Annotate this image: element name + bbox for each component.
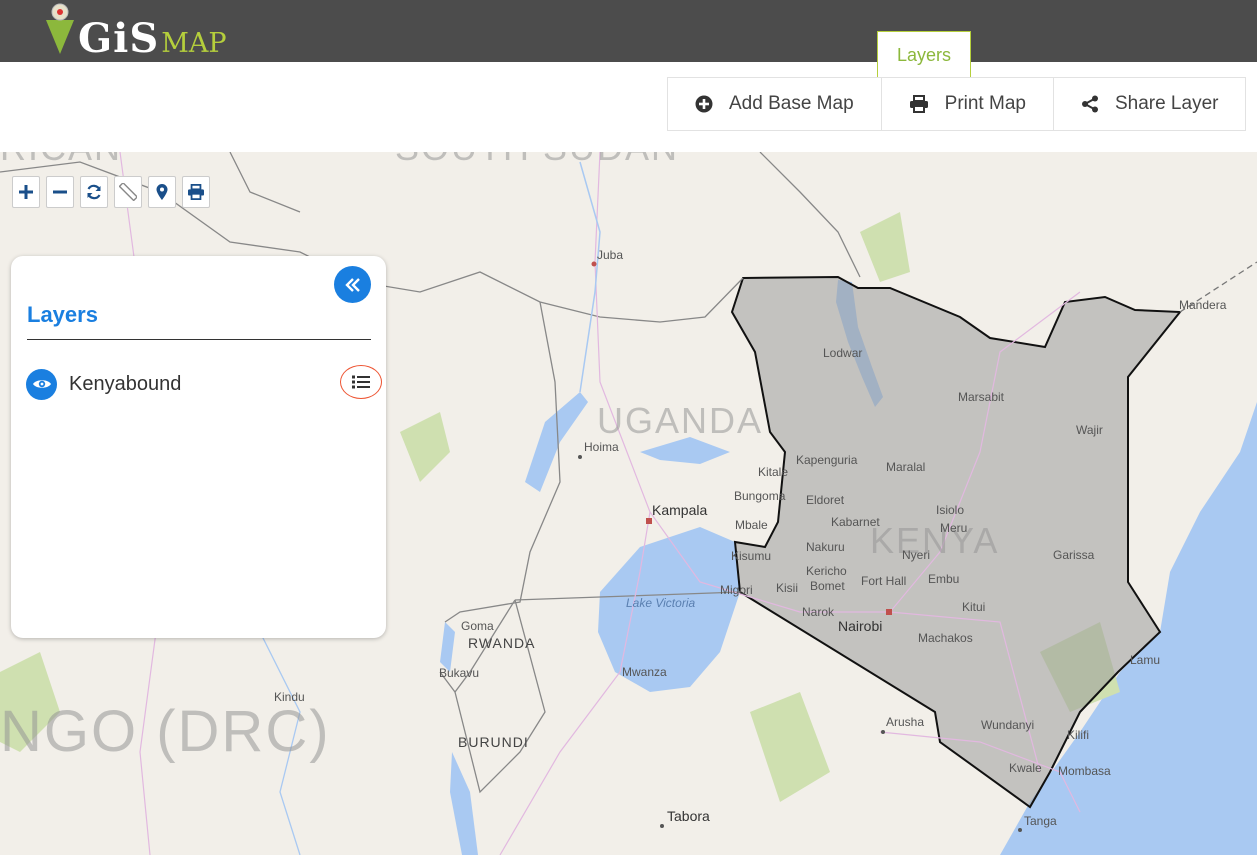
city-label: Marsabit (958, 390, 1005, 404)
logo-gis-text: GiS (78, 15, 160, 62)
city-label: Kisii (776, 581, 799, 595)
city-label: Garissa (1053, 548, 1095, 562)
refresh-icon (87, 184, 101, 200)
toggle-visibility-button[interactable] (26, 368, 57, 400)
tab-layers[interactable]: Layers (877, 31, 971, 78)
city-label: Kilifi (1067, 728, 1090, 742)
city-label: Lamu (1130, 653, 1161, 667)
map-toolbar: Add Base Map Print Map Share Layer (667, 77, 1247, 131)
measure-button[interactable] (114, 176, 142, 208)
city-label: Kitale (758, 465, 789, 479)
plus-circle-icon (695, 95, 713, 113)
city-label: Mandera (1179, 298, 1227, 312)
eye-icon (32, 380, 51, 388)
city-label: Kericho (806, 564, 847, 578)
country-label-kenya: KENYA (870, 520, 1000, 561)
city-label: Kindu (274, 690, 305, 704)
city-label: Nakuru (806, 540, 845, 554)
map-marker-icon (156, 184, 168, 200)
city-label: Kabarnet (831, 515, 880, 529)
print-map-label: Print Map (944, 93, 1026, 114)
add-base-map-button[interactable]: Add Base Map (668, 78, 882, 130)
country-label-burundi: BURUNDI (458, 734, 529, 750)
city-label: Juba (597, 248, 624, 262)
country-label-rwanda: RWANDA (468, 635, 536, 651)
print-map-button[interactable]: Print Map (882, 78, 1054, 130)
city-label: Embu (928, 572, 960, 586)
city-label: Wundanyi (981, 718, 1035, 732)
panel-title: Layers (27, 302, 98, 327)
layer-item: Kenyabound (26, 365, 382, 400)
city-label: Kampala (652, 502, 708, 518)
city-label: Isiolo (936, 503, 965, 517)
country-label-south-sudan: SOUTH SUDAN (395, 152, 679, 169)
city-label: Lodwar (823, 346, 863, 360)
share-layer-button[interactable]: Share Layer (1054, 78, 1246, 130)
share-icon (1081, 95, 1098, 113)
city-label: Migori (720, 583, 753, 597)
city-label: Machakos (918, 631, 973, 645)
city-label: Nairobi (838, 618, 883, 634)
city-label: Eldoret (806, 493, 845, 507)
layer-legend-button[interactable] (340, 365, 382, 399)
layer-name: Kenyabound (69, 372, 182, 395)
city-label: Mombasa (1058, 764, 1111, 778)
lake-label-victoria: Lake Victoria (626, 596, 696, 610)
city-label: Kapenguria (796, 453, 858, 467)
city-label: Fort Hall (861, 574, 907, 588)
city-label: Arusha (886, 715, 925, 729)
city-label: Hoima (584, 440, 619, 454)
share-layer-label: Share Layer (1114, 93, 1219, 114)
city-label: Bukavu (439, 666, 480, 680)
city-label: Kwale (1009, 761, 1042, 775)
app-logo[interactable]: GiS MAP (44, 0, 227, 62)
double-chevron-left-icon (344, 277, 360, 292)
city-label: Wajir (1076, 423, 1103, 437)
city-label: Kitui (962, 600, 986, 614)
country-label-uganda: UGANDA (597, 400, 764, 441)
minus-icon (53, 190, 67, 194)
logo-pin-icon (46, 3, 74, 54)
layers-panel: Layers Kenyabound (11, 256, 386, 638)
divider (27, 339, 371, 340)
ruler-icon (119, 183, 137, 201)
city-label: Kisumu (731, 549, 772, 563)
country-label-drc: NGO (DRC) (0, 699, 331, 764)
add-base-map-label: Add Base Map (729, 93, 854, 114)
collapse-panel-button[interactable] (334, 266, 371, 303)
zoom-out-button[interactable] (46, 176, 74, 208)
country-label-car: RICAN (0, 152, 122, 169)
city-label: Narok (802, 605, 835, 619)
city-label: Tanga (1024, 814, 1057, 828)
city-label: Nyeri (902, 548, 931, 562)
logo-map-text: MAP (161, 28, 227, 59)
print-icon (909, 95, 928, 113)
zoom-in-button[interactable] (12, 176, 40, 208)
city-label: Meru (940, 521, 968, 535)
city-label: Tabora (667, 808, 710, 824)
city-label: Mbale (735, 518, 768, 532)
marker-button[interactable] (148, 176, 176, 208)
map-controls (12, 176, 216, 210)
city-label: Bungoma (734, 489, 786, 503)
city-label: Bomet (810, 579, 845, 593)
city-label: Mwanza (622, 665, 667, 679)
plus-icon (19, 185, 33, 199)
top-bar: GiS MAP (0, 0, 1257, 62)
print-icon (188, 184, 204, 200)
city-label: Goma (461, 619, 494, 633)
list-icon (352, 375, 370, 389)
refresh-button[interactable] (80, 176, 108, 208)
city-label: Maralal (886, 460, 926, 474)
print-control-button[interactable] (182, 176, 210, 208)
